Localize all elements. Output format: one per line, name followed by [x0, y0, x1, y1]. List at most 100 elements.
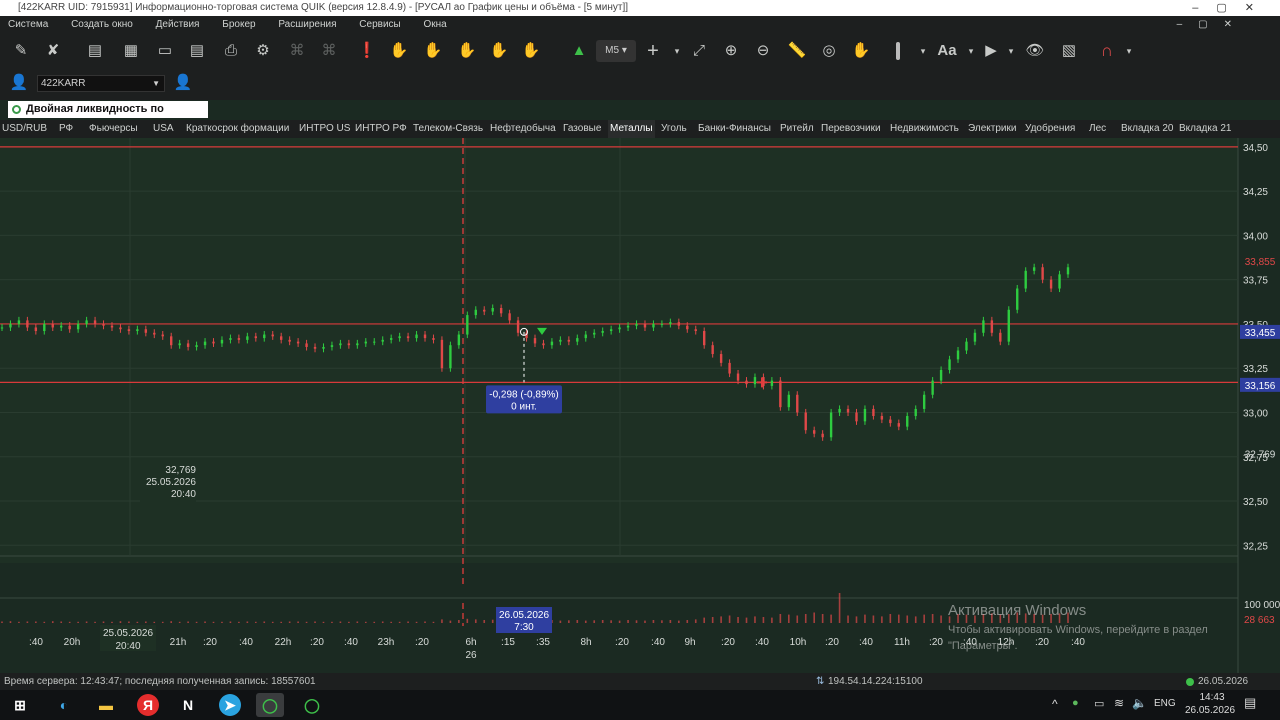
stop-icon[interactable]: ✋	[456, 40, 478, 62]
tab-10[interactable]: Металлы	[608, 120, 655, 138]
menu-item-services[interactable]: Сервисы	[359, 19, 400, 30]
volume-bar	[204, 621, 206, 623]
magnet-icon[interactable]: ∩	[1096, 40, 1118, 62]
notification-icon[interactable]: ▤	[1244, 695, 1256, 711]
app-n-icon[interactable]: N	[174, 693, 202, 717]
menu-item-broker[interactable]: Брокер	[222, 19, 255, 30]
tab-15[interactable]: Недвижимость	[890, 120, 959, 138]
fit-icon[interactable]: ⤢	[688, 40, 710, 62]
tab-14[interactable]: Перевозчики	[821, 120, 881, 138]
volume-bar	[771, 617, 773, 623]
delete-draw-icon[interactable]: ✘	[42, 40, 64, 62]
user-icon[interactable]: 👤	[8, 72, 30, 94]
stop-delete-icon[interactable]: ✋	[520, 40, 542, 62]
magnet-dropdown-icon[interactable]: ▾	[1118, 40, 1140, 62]
tab-16[interactable]: Электрики	[968, 120, 1016, 138]
volume-bar	[381, 621, 384, 623]
window-controls[interactable]: –▢✕	[1192, 0, 1272, 16]
candle-body	[432, 338, 435, 340]
tab-4[interactable]: Краткосрок формации	[186, 120, 289, 138]
explorer-icon[interactable]: ▬	[92, 693, 120, 717]
tray-chevron-icon[interactable]: ^	[1052, 697, 1058, 711]
stop-cancel-icon[interactable]: ✋	[488, 40, 510, 62]
tab-8[interactable]: Нефтедобыча	[490, 120, 556, 138]
tab-7[interactable]: Телеком-Связь	[413, 120, 483, 138]
quik-icon[interactable]: ◯	[256, 693, 284, 717]
menu-item-system[interactable]: Система	[8, 19, 48, 30]
candle-body	[279, 336, 283, 340]
language-indicator[interactable]: ENG	[1154, 698, 1176, 709]
tab-6[interactable]: ИНТРО РФ	[355, 120, 407, 138]
new-table-icon[interactable]: ▤	[84, 40, 106, 62]
order-icon[interactable]: ⌘	[286, 40, 308, 62]
tab-18[interactable]: Лес	[1089, 120, 1106, 138]
alert-icon[interactable]: ❗	[356, 40, 378, 62]
volume-bar	[288, 621, 291, 623]
font-icon[interactable]: Aa	[932, 40, 962, 62]
settings-icon[interactable]: ⚙	[252, 40, 274, 62]
activation-text-2: "Параметры".	[948, 640, 1018, 652]
tab-3[interactable]: USA	[153, 120, 174, 138]
tab-17[interactable]: Удобрения	[1025, 120, 1075, 138]
tab-20[interactable]: Вкладка 21	[1179, 120, 1231, 138]
tab-5[interactable]: ИНТРО US	[299, 120, 350, 138]
yandex-icon[interactable]: Я	[137, 694, 159, 716]
menu-item-actions[interactable]: Действия	[156, 19, 200, 30]
child-window-controls[interactable]: –▢✕	[1177, 16, 1248, 34]
crosshair-icon[interactable]: +	[642, 40, 664, 62]
hand-icon[interactable]: ✋	[850, 40, 872, 62]
interval-select[interactable]: M5 ▾	[596, 40, 636, 62]
tab-1[interactable]: РФ	[59, 120, 73, 138]
arrow-icon[interactable]: ▶	[980, 40, 1002, 62]
price-chart[interactable]: 34,5034,2534,0033,7533,5033,2533,0032,75…	[0, 138, 1280, 673]
quik2-icon[interactable]: ◯	[298, 693, 326, 717]
battery-icon[interactable]: ▭	[1094, 697, 1104, 710]
tab-19[interactable]: Вкладка 20	[1121, 120, 1173, 138]
candle-body	[415, 334, 418, 339]
tab-9[interactable]: Газовые	[563, 120, 601, 138]
order2-icon[interactable]: ⌘	[318, 40, 340, 62]
zoom-out-icon[interactable]: ⊖	[752, 40, 774, 62]
wifi-icon[interactable]: ≋	[1114, 696, 1124, 710]
draw-icon[interactable]: ✎	[10, 40, 32, 62]
info-panel[interactable]: Двойная ликвидность по БПИФ...	[8, 101, 208, 132]
zoom-in-icon[interactable]: ⊕	[720, 40, 742, 62]
menu-item-create-window[interactable]: Создать окно	[71, 19, 133, 30]
tab-11[interactable]: Уголь	[661, 120, 687, 138]
candle-body	[999, 332, 1002, 342]
dropdown-icon[interactable]: ▾	[912, 40, 934, 62]
tab-13[interactable]: Ритейл	[780, 120, 814, 138]
clock-date[interactable]: 26.05.2026	[1180, 705, 1240, 716]
account-select[interactable]: 422KARR ▼	[37, 75, 165, 92]
window-titlebar: [422KARR UID: 7915931] Информационно-тор…	[0, 0, 1280, 16]
ruler-icon[interactable]: 📏	[786, 40, 808, 62]
buy-icon[interactable]: ✋	[388, 40, 410, 62]
font-dropdown-icon[interactable]: ▾	[960, 40, 982, 62]
menu-item-windows[interactable]: Окна	[424, 19, 447, 30]
sell-icon[interactable]: ✋	[422, 40, 444, 62]
arrow-dropdown-icon[interactable]: ▾	[1000, 40, 1022, 62]
tray-app-icon[interactable]: ●	[1072, 697, 1079, 709]
crosshair-dropdown-icon[interactable]: ▾	[666, 40, 688, 62]
clock-time[interactable]: 14:43	[1190, 692, 1234, 703]
tab-2[interactable]: Фьючерсы	[89, 120, 138, 138]
chart-icon[interactable]: ▦	[120, 40, 142, 62]
target-icon[interactable]: ◎	[818, 40, 840, 62]
menu-item-extensions[interactable]: Расширения	[278, 19, 336, 30]
grid-icon[interactable]: ▧	[1058, 40, 1080, 62]
add-chart-icon[interactable]: ▲	[568, 40, 590, 62]
user-settings-icon[interactable]: 👤	[172, 72, 194, 94]
hide-icon[interactable]: 👁	[1024, 40, 1046, 62]
tab-12[interactable]: Банки-Финансы	[698, 120, 771, 138]
window-icon[interactable]: ▭	[154, 40, 176, 62]
chart-area[interactable]: 34,5034,2534,0033,7533,5033,2533,0032,75…	[0, 138, 1280, 673]
print-icon[interactable]: ⎙	[220, 40, 242, 62]
tab-0[interactable]: USD/RUB	[2, 120, 47, 138]
start-icon[interactable]: ⊞	[6, 693, 34, 717]
volume-bar	[568, 620, 570, 623]
edge-icon[interactable]: ◐	[50, 693, 78, 717]
telegram-icon[interactable]: ➤	[219, 694, 241, 716]
table-icon[interactable]: ▤	[186, 40, 208, 62]
tab-bar: USD/RUB РФ Фьючерсы USA Краткосрок формации И…	[0, 120, 1280, 138]
volume-icon[interactable]: 🔈	[1132, 696, 1147, 710]
